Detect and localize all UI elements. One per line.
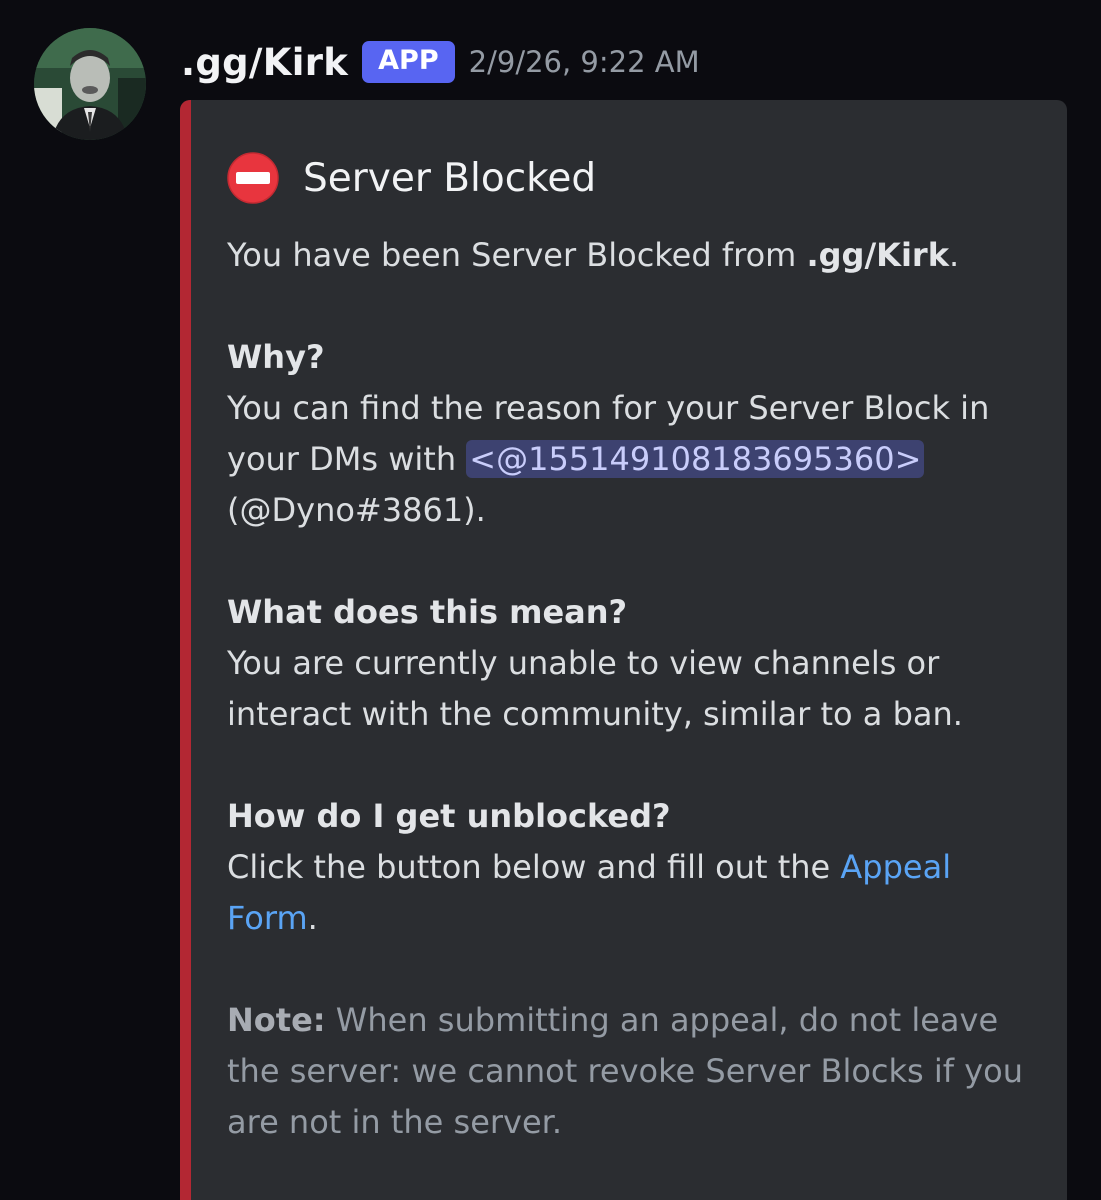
unblock-heading: How do I get unblocked?: [227, 797, 671, 835]
embed-title-text: Server Blocked: [303, 155, 597, 201]
note-text: When submitting an appeal, do not leave …: [227, 1001, 1023, 1141]
embed-description: You have been Server Blocked from .gg/Ki…: [227, 230, 1037, 1148]
embed-accent-bar: [180, 100, 191, 1200]
note-label: Note:: [227, 1001, 326, 1039]
why-heading: Why?: [227, 338, 325, 376]
username[interactable]: .gg/Kirk: [181, 41, 348, 84]
timestamp[interactable]: 2/9/26, 9:22 AM: [469, 45, 700, 79]
intro-prefix: You have been Server Blocked from: [227, 236, 807, 274]
why-user: (@Dyno#3861).: [227, 491, 486, 529]
user-mention[interactable]: <@155149108183695360>: [466, 440, 925, 478]
why-paragraph: You can find the reason for your Server …: [227, 383, 1037, 536]
embed-title: Server Blocked: [227, 152, 596, 204]
intro-suffix: .: [948, 236, 960, 274]
meaning-heading: What does this mean?: [227, 593, 628, 631]
profile-photo-icon: [34, 28, 146, 140]
unblock-suffix: .: [307, 899, 318, 937]
embed-card: Server Blocked You have been Server Bloc…: [180, 100, 1067, 1200]
note-paragraph: Note: When submitting an appeal, do not …: [227, 995, 1037, 1148]
no-entry-icon: [227, 152, 279, 204]
intro-server: .gg/Kirk: [806, 236, 949, 274]
message-header: .gg/Kirk APP 2/9/26, 9:22 AM: [181, 34, 700, 90]
meaning-text: You are currently unable to view channel…: [227, 644, 963, 733]
app-badge: APP: [362, 41, 455, 83]
unblock-paragraph: Click the button below and fill out the …: [227, 842, 1037, 944]
unblock-text: Click the button below and fill out the: [227, 848, 841, 886]
avatar[interactable]: [34, 28, 146, 140]
intro-paragraph: You have been Server Blocked from .gg/Ki…: [227, 230, 1037, 281]
